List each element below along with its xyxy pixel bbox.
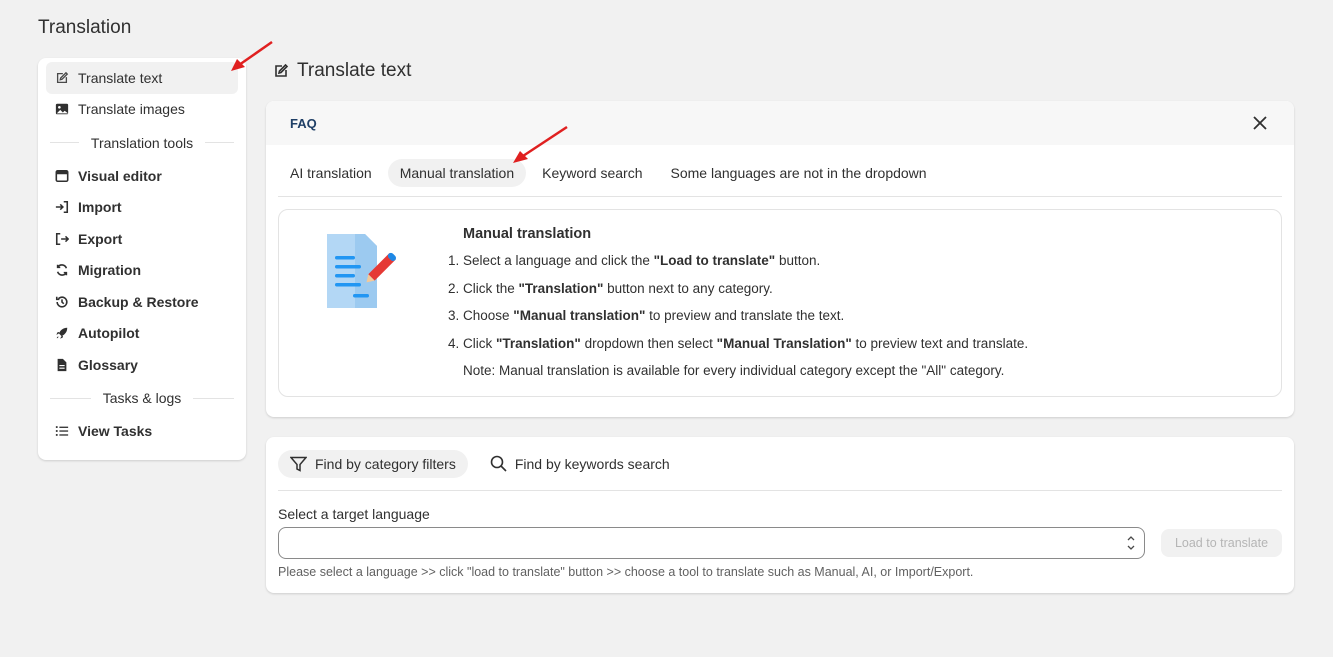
export-icon (54, 231, 70, 247)
faq-steps: Select a language and click the "Load to… (446, 252, 1028, 353)
sidebar-item-translate-images[interactable]: Translate images (46, 94, 238, 126)
keyword-search-button[interactable]: Find by keywords search (478, 449, 682, 478)
filter-row: Find by category filters Find by keyword… (278, 437, 1282, 491)
faq-card: FAQ AI translation Manual translation Ke… (266, 101, 1294, 417)
sidebar-item-view-tasks[interactable]: View Tasks (46, 416, 238, 448)
calendar-icon (54, 168, 70, 184)
sidebar-item-label: Glossary (78, 356, 138, 373)
tab-languages-missing[interactable]: Some languages are not in the dropdown (659, 159, 939, 187)
sidebar-item-label: Migration (78, 262, 141, 279)
sidebar-item-migration[interactable]: Migration (46, 255, 238, 287)
sidebar-item-label: Export (78, 230, 123, 247)
faq-tabs: AI translation Manual translation Keywor… (278, 145, 1282, 197)
edit-icon (273, 63, 289, 79)
sidebar-item-autopilot[interactable]: Autopilot (46, 318, 238, 350)
document-edit-illustration-icon (325, 232, 405, 317)
main-title: Translate text (273, 60, 411, 82)
refresh-icon (54, 262, 70, 278)
filter-icon (290, 456, 307, 472)
sidebar-item-label: Translate images (78, 101, 185, 118)
sidebar-item-label: Autopilot (78, 325, 140, 342)
sidebar-item-label: Backup & Restore (78, 293, 199, 310)
language-select[interactable] (278, 527, 1145, 559)
language-label: Select a target language (278, 506, 430, 522)
load-to-translate-button[interactable]: Load to translate (1161, 529, 1282, 557)
search-icon (490, 455, 507, 472)
faq-header[interactable]: FAQ (266, 101, 1294, 145)
image-icon (54, 101, 70, 117)
sidebar-item-label: Visual editor (78, 167, 162, 184)
faq-label: FAQ (290, 115, 317, 131)
history-icon (54, 294, 70, 310)
sidebar: Translate text Translate images Translat… (38, 58, 246, 460)
help-hint: Please select a language >> click "load … (278, 565, 974, 579)
faq-note: Note: Manual translation is available fo… (463, 363, 1005, 378)
section-translation-tools: Translation tools (46, 125, 238, 160)
sidebar-item-label: Translate text (78, 69, 163, 86)
faq-step: Choose "Manual translation" to preview a… (463, 307, 1028, 325)
select-arrows-icon (1126, 532, 1136, 559)
section-tasks-logs: Tasks & logs (46, 381, 238, 416)
tab-ai-translation[interactable]: AI translation (278, 159, 384, 187)
faq-step: Click "Translation" dropdown then select… (463, 335, 1028, 353)
sidebar-item-glossary[interactable]: Glossary (46, 349, 238, 381)
import-icon (54, 199, 70, 215)
sidebar-item-export[interactable]: Export (46, 223, 238, 255)
sidebar-item-label: View Tasks (78, 423, 153, 440)
tab-keyword-search[interactable]: Keyword search (530, 159, 654, 187)
sidebar-item-import[interactable]: Import (46, 192, 238, 224)
sidebar-item-visual-editor[interactable]: Visual editor (46, 160, 238, 192)
rocket-icon (54, 325, 70, 341)
faq-content: Manual translation Select a language and… (278, 209, 1282, 397)
list-icon (54, 423, 70, 439)
sidebar-item-label: Import (78, 199, 122, 216)
category-filter-button[interactable]: Find by category filters (278, 449, 468, 478)
tab-manual-translation[interactable]: Manual translation (387, 158, 527, 187)
edit-icon (54, 70, 70, 86)
faq-body: Manual translation Select a language and… (446, 226, 1028, 380)
sidebar-item-backup-restore[interactable]: Backup & Restore (46, 286, 238, 318)
sidebar-item-translate-text[interactable]: Translate text (46, 62, 238, 94)
close-icon[interactable] (1250, 113, 1270, 133)
search-card: Find by category filters Find by keyword… (266, 437, 1294, 593)
faq-heading: Manual translation (463, 226, 592, 242)
faq-step: Click the "Translation" button next to a… (463, 280, 1028, 298)
faq-step: Select a language and click the "Load to… (463, 252, 1028, 270)
page-title: Translation (38, 17, 132, 38)
document-icon (54, 357, 70, 373)
